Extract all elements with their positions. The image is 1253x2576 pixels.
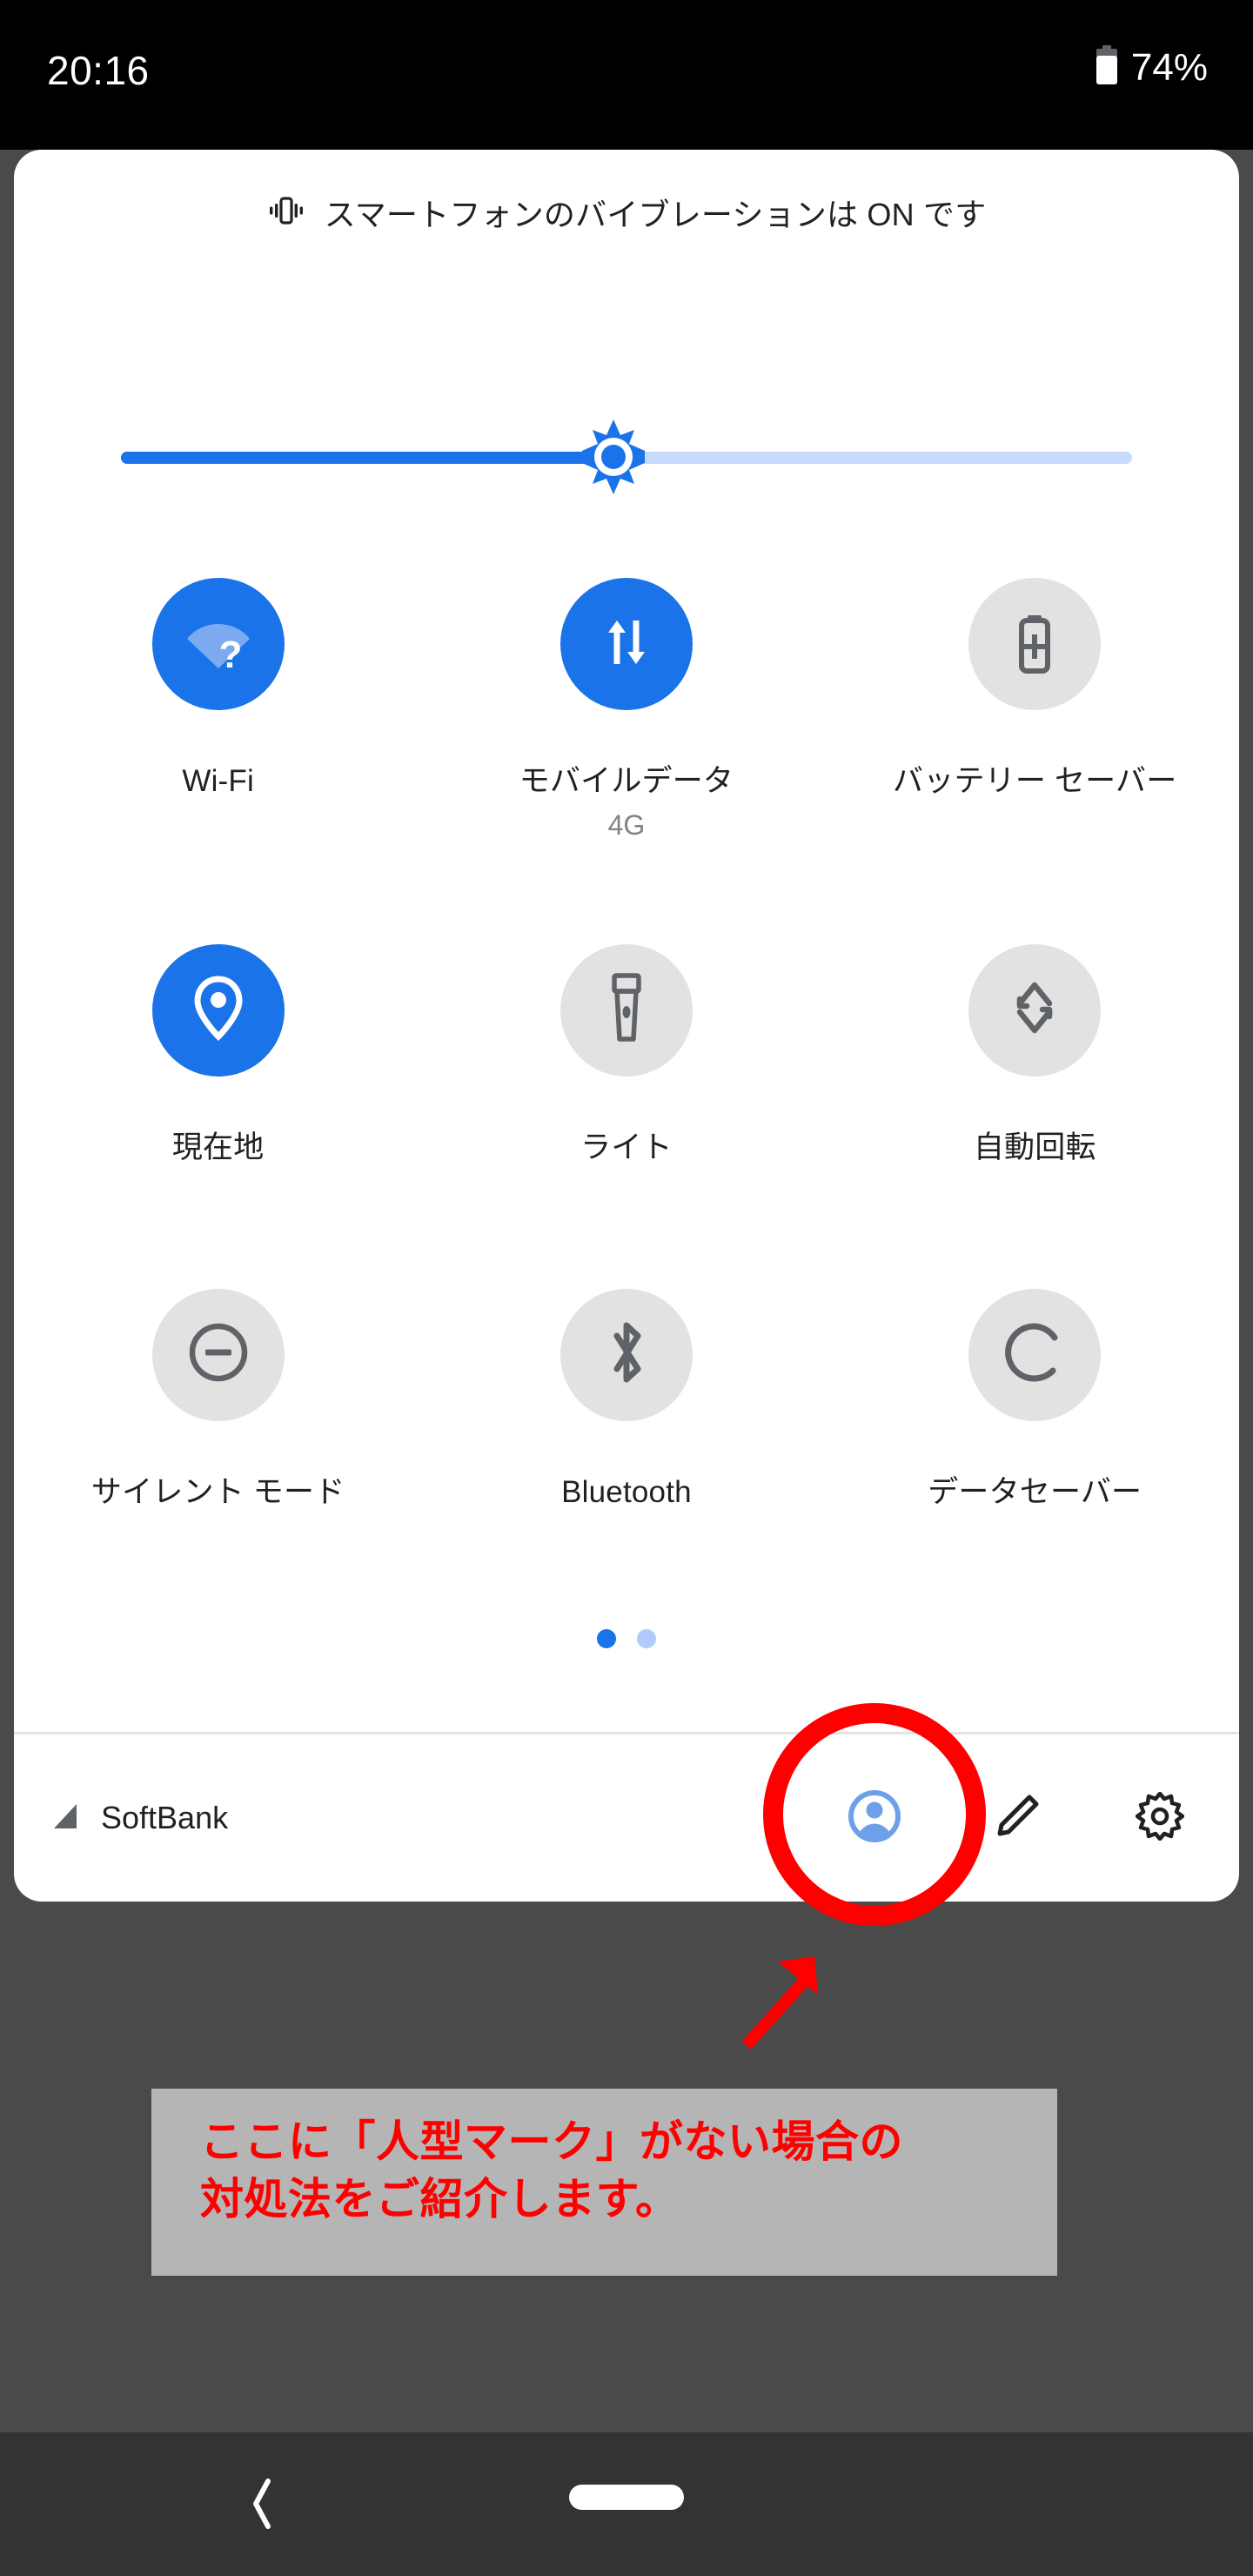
tile-row: ? Wi-Fi モバイルデータ 4G バッテリー セーバー bbox=[14, 578, 1239, 842]
tile-row-spacer bbox=[14, 1167, 1239, 1289]
tile-sublabel: 4G bbox=[607, 808, 646, 841]
vibration-icon bbox=[267, 195, 305, 231]
tile-label: サイレント モード bbox=[90, 1474, 345, 1509]
tile-wifi[interactable]: ? Wi-Fi bbox=[14, 578, 422, 842]
tile-label: ライト bbox=[580, 1130, 673, 1164]
mobile-data-icon bbox=[593, 608, 660, 681]
home-pill-icon[interactable] bbox=[569, 2485, 684, 2510]
tile-label: 現在地 bbox=[171, 1130, 265, 1164]
tile-mobile-data-icon-circle[interactable] bbox=[559, 578, 693, 710]
tile-mobile-data[interactable]: モバイルデータ 4G bbox=[422, 578, 830, 842]
svg-text:?: ? bbox=[218, 634, 242, 676]
page-indicator bbox=[14, 1629, 1239, 1648]
flashlight-icon bbox=[604, 973, 649, 1047]
tile-battery-saver-icon-circle[interactable] bbox=[968, 578, 1102, 710]
tile-label: Bluetooth bbox=[561, 1474, 692, 1509]
tile-label: 自動回転 bbox=[973, 1130, 1096, 1164]
bluetooth-icon bbox=[600, 1317, 653, 1392]
do-not-disturb-icon bbox=[184, 1318, 252, 1391]
settings-button[interactable] bbox=[1126, 1784, 1194, 1852]
back-chevron-icon bbox=[245, 2479, 280, 2535]
user-avatar-icon bbox=[848, 1789, 901, 1848]
quick-settings-footer: SoftBank bbox=[14, 1734, 1239, 1902]
status-bar-clock: 20:16 bbox=[47, 48, 150, 93]
status-bar-right-cluster: 74% bbox=[1095, 45, 1208, 90]
carrier-info: SoftBank bbox=[50, 1800, 228, 1836]
tile-location-icon-circle[interactable] bbox=[151, 943, 285, 1077]
tile-label: モバイルデータ bbox=[519, 764, 734, 798]
battery-saver-icon bbox=[1001, 608, 1069, 681]
signal-strength-icon bbox=[50, 1801, 82, 1836]
tile-battery-saver[interactable]: バッテリー セーバー bbox=[831, 578, 1239, 842]
status-bar: 20:16 74% bbox=[0, 0, 1253, 150]
tile-location[interactable]: 現在地 bbox=[14, 943, 422, 1167]
carrier-name-label: SoftBank bbox=[101, 1800, 229, 1835]
wifi-question-icon: ? bbox=[181, 605, 256, 684]
user-switch-button[interactable] bbox=[841, 1784, 908, 1852]
edit-tiles-button[interactable] bbox=[983, 1784, 1051, 1852]
callout-box: ここに「人型マーク」がない場合の 対処法をご紹介します。 bbox=[151, 2089, 1057, 2276]
quick-settings-tile-grid: ? Wi-Fi モバイルデータ 4G バッテリー セーバー 現在地 ライト 自動… bbox=[14, 578, 1239, 1511]
pencil-icon bbox=[993, 1792, 1042, 1845]
tile-wifi-icon-circle[interactable]: ? bbox=[151, 578, 285, 710]
tile-label: データセーバー bbox=[928, 1474, 1142, 1509]
tile-bluetooth[interactable]: Bluetooth bbox=[422, 1288, 830, 1512]
tile-silent-mode[interactable]: サイレント モード bbox=[14, 1288, 422, 1512]
location-pin-icon bbox=[187, 974, 250, 1046]
tile-flashlight-icon-circle[interactable] bbox=[559, 943, 693, 1077]
tile-data-saver[interactable]: データセーバー bbox=[831, 1288, 1239, 1512]
quick-settings-panel: スマートフォンのバイブレーションは ON です ? Wi-Fi モバイルデータ … bbox=[14, 150, 1239, 1902]
gear-icon bbox=[1135, 1791, 1185, 1845]
tile-silent-mode-icon-circle[interactable] bbox=[151, 1288, 285, 1421]
page-dot-2[interactable] bbox=[637, 1629, 656, 1648]
tile-row: サイレント モード Bluetooth データセーバー bbox=[14, 1288, 1239, 1512]
callout-line-2: 対処法をご紹介します。 bbox=[200, 2175, 680, 2224]
tile-auto-rotate-icon-circle[interactable] bbox=[968, 943, 1102, 1077]
auto-rotate-icon bbox=[1001, 974, 1069, 1046]
tile-label: バッテリー セーバー bbox=[893, 764, 1177, 798]
arrow-annotation bbox=[727, 1939, 858, 2074]
battery-icon bbox=[1095, 45, 1119, 90]
battery-percent-label: 74% bbox=[1130, 45, 1208, 89]
tile-data-saver-icon-circle[interactable] bbox=[968, 1288, 1102, 1421]
footer-actions bbox=[841, 1784, 1194, 1852]
navigation-bar bbox=[0, 2432, 1253, 2576]
vibration-notice: スマートフォンのバイブレーションは ON です bbox=[14, 190, 1239, 235]
vibration-notice-text: スマートフォンのバイブレーションは ON です bbox=[324, 197, 987, 232]
brightness-sun-icon[interactable] bbox=[575, 418, 652, 496]
brightness-slider[interactable] bbox=[121, 419, 1132, 494]
tile-flashlight[interactable]: ライト bbox=[422, 943, 830, 1167]
data-saver-icon bbox=[1001, 1318, 1069, 1391]
callout-line-1: ここに「人型マーク」がない場合の bbox=[200, 2117, 903, 2166]
tile-bluetooth-icon-circle[interactable] bbox=[559, 1288, 693, 1421]
tile-label: Wi-Fi bbox=[182, 764, 254, 798]
page-dot-1[interactable] bbox=[597, 1629, 616, 1648]
brightness-fill bbox=[121, 452, 604, 464]
phone-screen: 20:16 74% スマートフォンのバイブレーションは ON です ? Wi-F… bbox=[0, 0, 1253, 2576]
tile-auto-rotate[interactable]: 自動回転 bbox=[831, 943, 1239, 1167]
tile-row-spacer bbox=[14, 842, 1239, 944]
tile-row: 現在地 ライト 自動回転 bbox=[14, 943, 1239, 1167]
back-button[interactable] bbox=[245, 2476, 280, 2536]
